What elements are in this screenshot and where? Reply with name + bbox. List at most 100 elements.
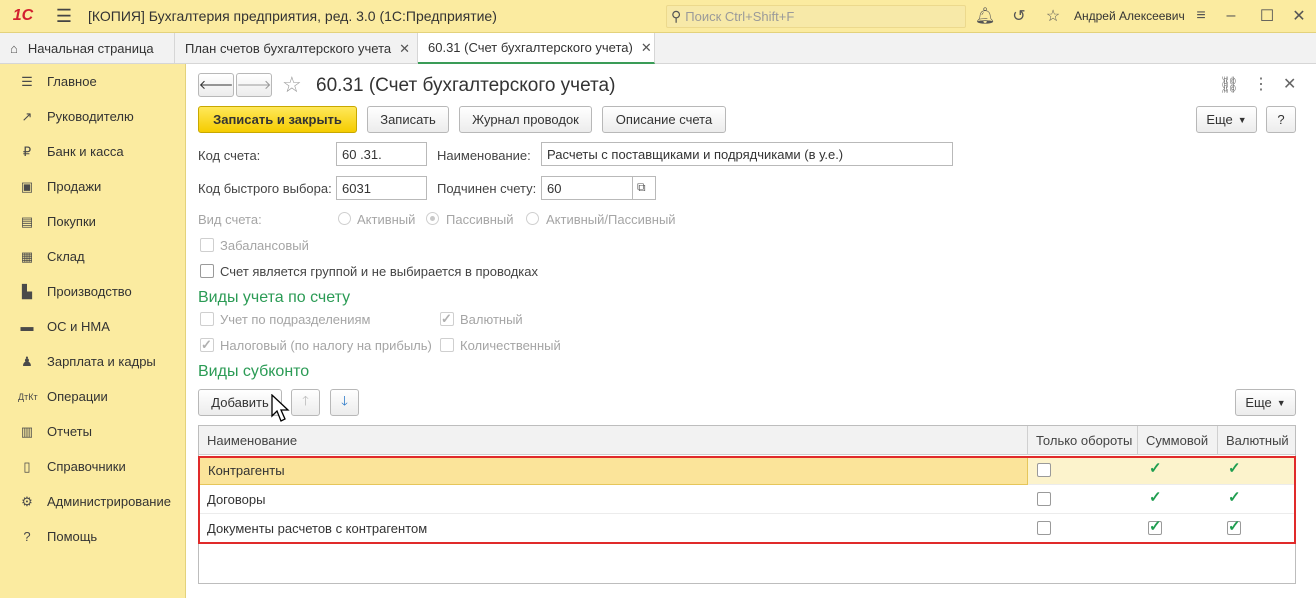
account-type-label: Вид счета:	[198, 212, 262, 227]
sidebar-item-admin[interactable]: ⚙ Администрирование	[0, 484, 186, 519]
column-turnover-only[interactable]: Только обороты	[1028, 426, 1138, 455]
sidebar-item-operations[interactable]: ДтКт Операции	[0, 379, 186, 414]
sidebar-item-salary[interactable]: ♟ Зарплата и кадры	[0, 344, 186, 379]
table-row[interactable]: Документы расчетов с контрагентом ✓ ✓	[199, 514, 1295, 543]
shopping-cart-icon: ▤	[20, 213, 34, 229]
table-header: Наименование Только обороты Суммовой Вал…	[199, 426, 1295, 455]
column-name[interactable]: Наименование	[199, 426, 1028, 455]
checkmark-icon[interactable]: ✓	[1149, 461, 1162, 476]
checkmark-icon: ✓	[1149, 518, 1162, 535]
column-currency[interactable]: Валютный	[1218, 426, 1295, 455]
row-name: Документы расчетов с контрагентом	[207, 521, 428, 536]
move-up-button[interactable]: 🡑	[291, 389, 320, 416]
turnover-only-checkbox[interactable]	[1037, 463, 1051, 477]
divisions-label: Учет по подразделениям	[220, 312, 371, 327]
group-label: Счет является группой и не выбирается в …	[220, 264, 538, 279]
mouse-cursor-icon	[271, 394, 290, 422]
chevron-down-icon: ▼	[1237, 114, 1247, 125]
turnover-only-checkbox[interactable]	[1037, 521, 1051, 535]
help-button[interactable]: ?	[1266, 106, 1296, 133]
open-parent-icon[interactable]: ⧉	[632, 176, 656, 200]
save-button[interactable]: Записать	[367, 106, 449, 133]
favorite-star-icon[interactable]: ☆	[282, 72, 302, 98]
link-icon[interactable]: ⛓	[1219, 75, 1239, 95]
book-icon: ▯	[23, 458, 31, 474]
quick-code-label: Код быстрого выбора:	[198, 181, 332, 196]
search-icon: ⚲	[671, 8, 682, 24]
checkmark-icon: ✓	[441, 311, 452, 326]
quick-code-field[interactable]: 6031	[336, 176, 427, 200]
group-checkbox[interactable]	[200, 264, 214, 278]
column-sum[interactable]: Суммовой	[1138, 426, 1218, 455]
offbalance-checkbox[interactable]	[200, 238, 214, 252]
save-and-close-button[interactable]: Записать и закрыть	[198, 106, 357, 133]
row-name: Контрагенты	[199, 456, 1028, 485]
sidebar-item-catalogs[interactable]: ▯ Справочники	[0, 449, 186, 484]
tab-chart-of-accounts[interactable]: План счетов бухгалтерского учета ✕	[175, 33, 418, 64]
close-tab-icon[interactable]: ✕	[641, 40, 652, 56]
divisions-checkbox[interactable]	[200, 312, 214, 326]
sidebar-item-label: Производство	[47, 284, 132, 299]
table-row[interactable]: Договоры ✓ ✓	[199, 485, 1295, 514]
quantity-checkbox[interactable]	[440, 338, 454, 352]
sidebar-item-purchases[interactable]: ▤ Покупки	[0, 204, 186, 239]
name-label: Наименование:	[437, 148, 531, 163]
star-icon[interactable]: ☆	[1040, 4, 1066, 28]
search-input[interactable]: ⚲ Поиск Ctrl+Shift+F	[666, 5, 966, 28]
account-description-button[interactable]: Описание счета	[602, 106, 726, 133]
debit-credit-icon: ДтКт	[18, 391, 38, 402]
sidebar-item-fixed-assets[interactable]: ▬ ОС и НМА	[0, 309, 186, 344]
maximize-icon[interactable]: ☐	[1254, 4, 1280, 28]
minimize-icon[interactable]: –	[1218, 4, 1244, 28]
checkmark-icon[interactable]: ✓	[1149, 490, 1162, 505]
parent-label: Подчинен счету:	[437, 181, 537, 196]
more-button[interactable]: Еще ▼	[1196, 106, 1257, 133]
code-field[interactable]: 60 .31.	[336, 142, 427, 166]
sidebar-item-manager[interactable]: ↗ Руководителю	[0, 99, 186, 134]
tab-home[interactable]: ⌂ Начальная страница	[0, 33, 175, 64]
radio-passive[interactable]	[426, 212, 439, 225]
journal-button[interactable]: Журнал проводок	[459, 106, 592, 133]
close-form-icon[interactable]: ✕	[1283, 74, 1296, 94]
sidebar-item-bank[interactable]: ₽ Банк и касса	[0, 134, 186, 169]
table-more-button[interactable]: Еще ▼	[1235, 389, 1296, 416]
sidebar-item-sales[interactable]: ▣ Продажи	[0, 169, 186, 204]
close-icon[interactable]: ✕	[1286, 4, 1312, 28]
turnover-only-checkbox[interactable]	[1037, 492, 1051, 506]
sidebar-item-help[interactable]: ? Помощь	[0, 519, 186, 554]
close-tab-icon[interactable]: ✕	[399, 41, 410, 57]
sidebar-item-reports[interactable]: ▥ Отчеты	[0, 414, 186, 449]
sidebar-item-warehouse[interactable]: ▦ Склад	[0, 239, 186, 274]
code-label: Код счета:	[198, 148, 261, 163]
history-icon[interactable]: ↺	[1006, 4, 1032, 28]
checkmark-icon[interactable]: ✓	[1228, 490, 1241, 505]
user-name[interactable]: Андрей Алексеевич	[1074, 9, 1185, 23]
settings-lines-icon[interactable]: ≡	[1188, 4, 1214, 28]
tab-label: Начальная страница	[27, 41, 154, 56]
sidebar-item-production[interactable]: ▙ Производство	[0, 274, 186, 309]
name-field[interactable]: Расчеты с поставщиками и подрядчиками (в…	[541, 142, 953, 166]
radio-passive-label: Пассивный	[446, 212, 514, 227]
app-title: [КОПИЯ] Бухгалтерия предприятия, ред. 3.…	[88, 8, 497, 24]
search-placeholder: Поиск Ctrl+Shift+F	[685, 9, 795, 24]
gear-icon: ⚙	[21, 493, 33, 509]
move-down-button[interactable]: 🡓	[330, 389, 359, 416]
main-menu-icon[interactable]: ☰	[46, 6, 82, 27]
bell-icon[interactable]: 🔔︎	[972, 4, 998, 28]
radio-active-label: Активный	[357, 212, 416, 227]
forward-button[interactable]: 🡒	[236, 73, 272, 97]
table-row[interactable]: Контрагенты ✓ ✓	[199, 456, 1295, 485]
more-actions-icon[interactable]: ⋮	[1253, 74, 1269, 94]
sidebar-item-label: ОС и НМА	[47, 319, 110, 334]
sidebar-item-main[interactable]: ☰ Главное	[0, 64, 186, 99]
back-button[interactable]: 🡐	[198, 73, 234, 97]
checkmark-icon[interactable]: ✓	[1228, 461, 1241, 476]
add-button[interactable]: Добавить	[198, 389, 282, 416]
tab-account-60-31[interactable]: 60.31 (Счет бухгалтерского учета) ✕	[418, 33, 655, 64]
radio-active[interactable]	[338, 212, 351, 225]
sidebar-item-label: Руководителю	[47, 109, 134, 124]
radio-active-passive[interactable]	[526, 212, 539, 225]
arrow-down-icon: 🡓	[341, 392, 348, 408]
parent-account-field[interactable]: 60	[541, 176, 633, 200]
more-label: Еще	[1245, 395, 1272, 410]
